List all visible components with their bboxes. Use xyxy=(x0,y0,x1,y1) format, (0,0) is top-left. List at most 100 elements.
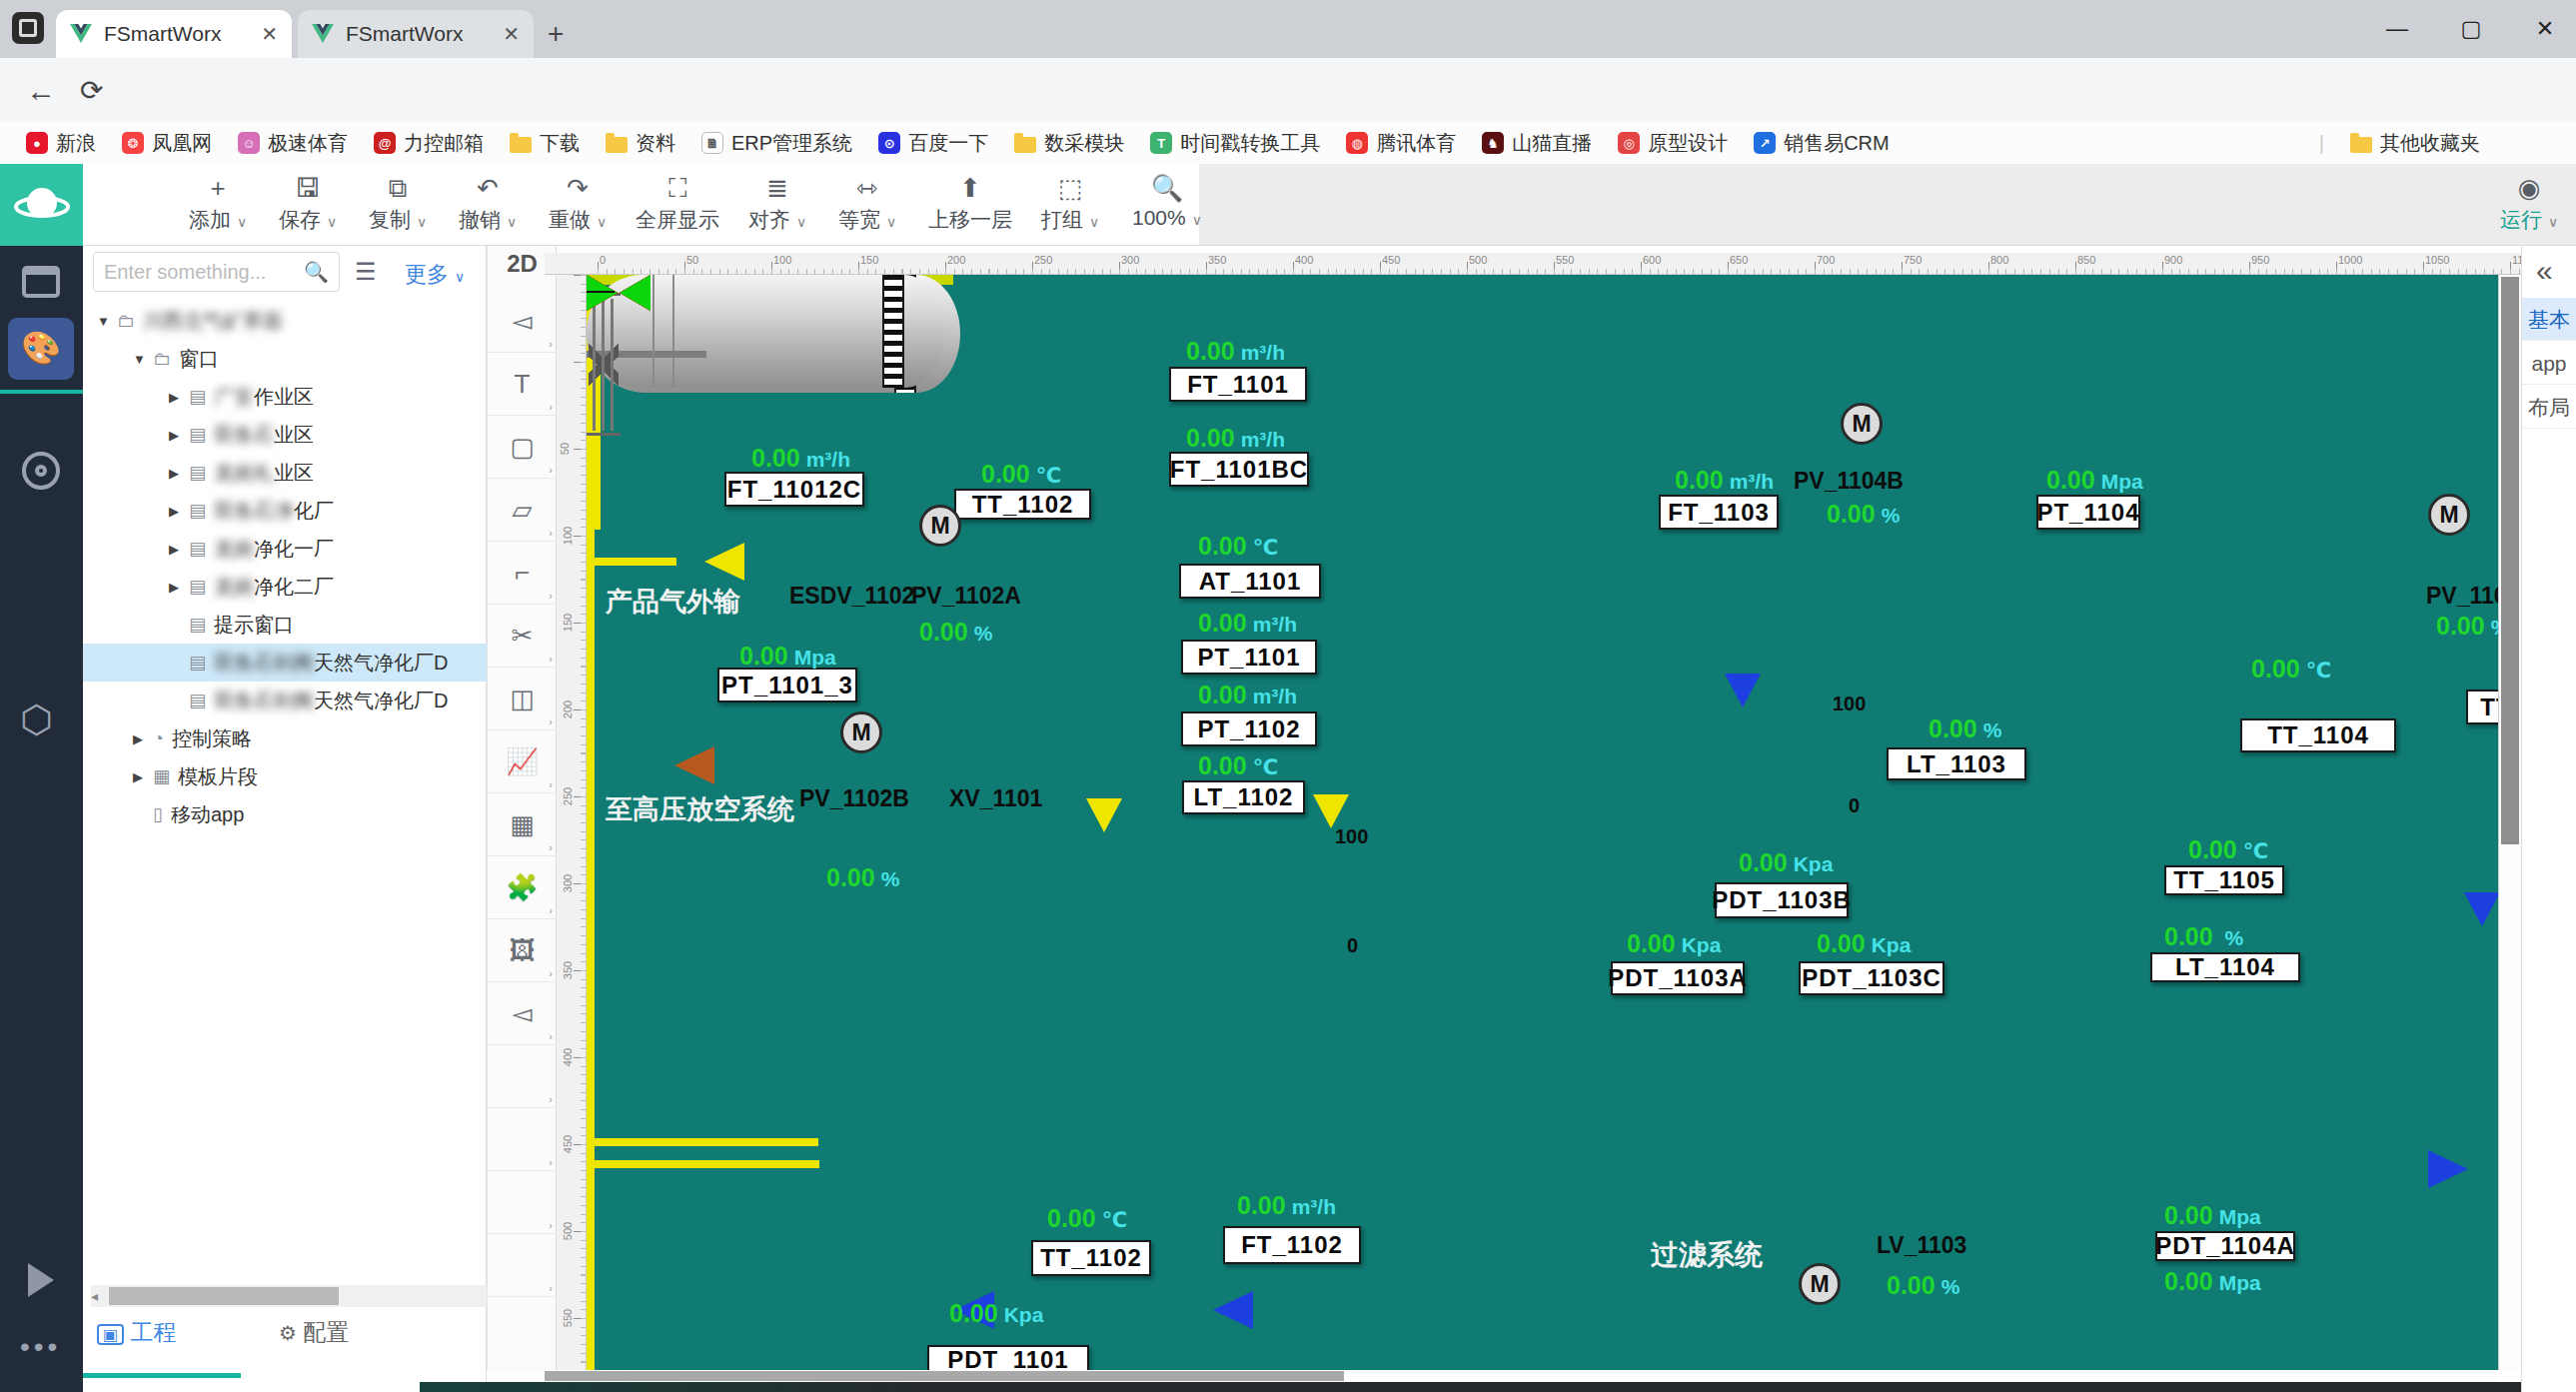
palette-tool-7[interactable]: 📈› xyxy=(488,730,557,793)
palette-tool-1[interactable]: T› xyxy=(488,353,557,416)
palette-tool-3[interactable]: ▱› xyxy=(488,479,557,542)
tree-item[interactable]: ▯移动app xyxy=(83,795,487,833)
window-close-button[interactable]: ✕ xyxy=(2530,14,2560,44)
palette-tool-14[interactable]: › xyxy=(488,1171,557,1234)
value-PDT_1101[interactable]: 0.00Kpa xyxy=(949,1299,1043,1328)
motor-indicator[interactable]: M xyxy=(840,711,882,753)
palette-tool-0[interactable]: ◅› xyxy=(488,290,557,353)
pipe[interactable] xyxy=(587,1168,595,1248)
window-tool-icon[interactable] xyxy=(22,266,60,298)
toolbar-添加[interactable]: +添加∨ xyxy=(178,172,258,234)
bookmark-item[interactable]: ⊙百度一下 xyxy=(878,130,988,157)
tree-item[interactable]: ▶▦模板片段 xyxy=(83,757,487,795)
palette-tool-8[interactable]: ▦› xyxy=(488,793,557,856)
more-dropdown[interactable]: 更多∨ xyxy=(405,260,465,290)
device-label[interactable]: 0 xyxy=(1347,934,1358,957)
instrument-PDT_1103C[interactable]: PDT_1103C xyxy=(1799,961,1944,995)
bookmark-item[interactable]: ↗销售易CRM xyxy=(1754,130,1890,157)
value-TT_1102[interactable]: 0.00℃ xyxy=(981,460,1061,489)
toolbar-上移一层[interactable]: ⬆上移一层 xyxy=(920,172,1020,234)
instrument-LT_1102[interactable]: LT_1102 xyxy=(1182,780,1305,814)
toolbar-撤销[interactable]: ↶撤销∨ xyxy=(448,172,528,234)
process-value[interactable]: 0.00% xyxy=(2436,612,2498,641)
instrument-PDT_1104A[interactable]: PDT_1104A xyxy=(2155,1231,2295,1261)
toolbar-全屏显示[interactable]: ⛶全屏显示 xyxy=(628,172,727,234)
bookmark-item[interactable]: ☺极速体育 xyxy=(238,130,348,157)
toolbar-重做[interactable]: ↷重做∨ xyxy=(538,172,618,234)
value-LT_1103[interactable]: 0.00% xyxy=(1929,714,2001,743)
toolbar-复制[interactable]: ⧉复制∨ xyxy=(358,172,438,234)
pipe-arrow[interactable] xyxy=(2464,892,2498,926)
value-LT_1104[interactable]: 0.00 % xyxy=(2164,922,2243,951)
window-maximize-button[interactable]: ▢ xyxy=(2456,14,2486,44)
bookmark-item[interactable]: 其他收藏夹 xyxy=(2350,130,2480,157)
hmi-canvas[interactable]: 产品分离器脱水闪蒸罐脱FT_11010.00m³/hFT_1101BC0.00m… xyxy=(587,275,2498,1370)
instrument-TT_1102[interactable]: TT_1102 xyxy=(1031,1240,1151,1276)
pipe-arrow[interactable] xyxy=(1213,1291,1253,1329)
bookmark-item[interactable]: 🗎ERP管理系统 xyxy=(701,130,852,157)
value-PDT_1103B[interactable]: 0.00Kpa xyxy=(1739,848,1833,877)
device-label[interactable]: PV_1104B xyxy=(1794,468,1904,495)
process-value[interactable]: 0.00% xyxy=(919,618,992,647)
instrument-PDT_1103B[interactable]: PDT_1103B xyxy=(1715,882,1849,918)
instrument-AT_1101[interactable]: AT_1101 xyxy=(1179,564,1321,599)
tree-item[interactable]: ▤双鱼石剑阁天然气净化厂D xyxy=(83,644,487,682)
value-PT_1101_3[interactable]: 0.00Mpa xyxy=(739,642,836,671)
tree-item[interactable]: ▤提示窗口 xyxy=(83,606,487,644)
pipe[interactable] xyxy=(587,1146,595,1160)
motor-indicator[interactable]: M xyxy=(919,505,961,547)
pipe-arrow[interactable] xyxy=(1313,794,1349,828)
toolbar-100%[interactable]: 🔍100%∨ xyxy=(1122,172,1212,230)
value-AT_1101[interactable]: 0.00℃ xyxy=(1198,532,1278,561)
instrument-TT_1104[interactable]: TT_1104 xyxy=(2240,718,2396,752)
device-label[interactable]: XV_1101 xyxy=(949,785,1042,812)
process-value[interactable]: 0.00% xyxy=(1827,500,1900,529)
instrument-PDT_1101[interactable]: PDT_1101 xyxy=(927,1345,1089,1370)
panel-tab-布局[interactable]: 布局 xyxy=(2522,386,2576,429)
bookmark-item[interactable]: ●新浪 xyxy=(26,130,96,157)
pipe-arrow[interactable] xyxy=(704,543,744,581)
window-minimize-button[interactable]: — xyxy=(2382,14,2412,44)
palette-tool-9[interactable]: 🧩› xyxy=(488,856,557,919)
pipe-arrow[interactable] xyxy=(2428,1150,2468,1188)
value-PT_1101[interactable]: 0.00m³/h xyxy=(1198,609,1297,638)
value-TT_1105[interactable]: 0.00℃ xyxy=(2188,835,2268,864)
bottom-tab-config[interactable]: ⚙ 配置 xyxy=(279,1317,349,1348)
instrument-FT_11012C[interactable]: FT_11012C xyxy=(724,472,864,507)
device-label[interactable]: 100 xyxy=(1833,693,1866,715)
refresh-icon[interactable]: ⟳ xyxy=(80,74,103,107)
canvas-vscrollbar[interactable] xyxy=(2498,275,2521,1370)
bookmark-item[interactable]: ♞山猫直播 xyxy=(1482,130,1592,157)
back-icon[interactable]: ← xyxy=(26,74,56,108)
pipe-arrow[interactable] xyxy=(1086,798,1122,832)
flow-text[interactable]: 产品气外输 xyxy=(606,584,740,620)
bookmark-item[interactable]: 下载 xyxy=(510,130,580,157)
instrument-FT_1101[interactable]: FT_1101 xyxy=(1169,367,1307,402)
instrument-FT_1102[interactable]: FT_1102 xyxy=(1223,1226,1361,1264)
device-label[interactable]: 0 xyxy=(1849,794,1860,817)
flow-text[interactable]: 至高压放空系统 xyxy=(606,791,794,827)
palette-tool-13[interactable]: › xyxy=(488,1108,557,1171)
bookmark-item[interactable]: @力控邮箱 xyxy=(374,130,484,157)
new-tab-button[interactable]: + xyxy=(548,18,564,50)
panel-tab-基本[interactable]: 基本 xyxy=(2522,298,2576,341)
value-FT_1103[interactable]: 0.00m³/h xyxy=(1675,466,1774,495)
instrument-FT_1103[interactable]: FT_1103 xyxy=(1659,495,1779,530)
value-PT_1102[interactable]: 0.00m³/h xyxy=(1198,681,1297,709)
palette-tool-15[interactable]: › xyxy=(488,1234,557,1297)
tree-item[interactable]: ▼🗀窗口 xyxy=(83,340,487,378)
process-value[interactable]: 0.00% xyxy=(826,863,899,892)
value-PDT_1103A[interactable]: 0.00Kpa xyxy=(1627,929,1721,958)
instrument-FT_1101BC[interactable]: FT_1101BC xyxy=(1169,452,1309,487)
value-PDT_1104A[interactable]: 0.00Mpa xyxy=(2164,1201,2261,1230)
palette-tool-12[interactable]: › xyxy=(488,1045,557,1108)
device-label[interactable]: ESDV_1102 xyxy=(789,583,914,610)
pipe[interactable] xyxy=(587,1248,595,1274)
pipe[interactable] xyxy=(587,530,595,558)
value-FT_11012C[interactable]: 0.00m³/h xyxy=(751,444,850,473)
palette-tool-5[interactable]: ✂› xyxy=(488,605,557,668)
tab-close-icon[interactable]: ✕ xyxy=(503,22,520,46)
instrument-TT_1102[interactable]: TT_1102 xyxy=(954,489,1091,520)
browser-tab-inactive[interactable]: FSmartWorx ✕ xyxy=(298,10,534,58)
bookmark-item[interactable]: 数采模块 xyxy=(1014,130,1124,157)
